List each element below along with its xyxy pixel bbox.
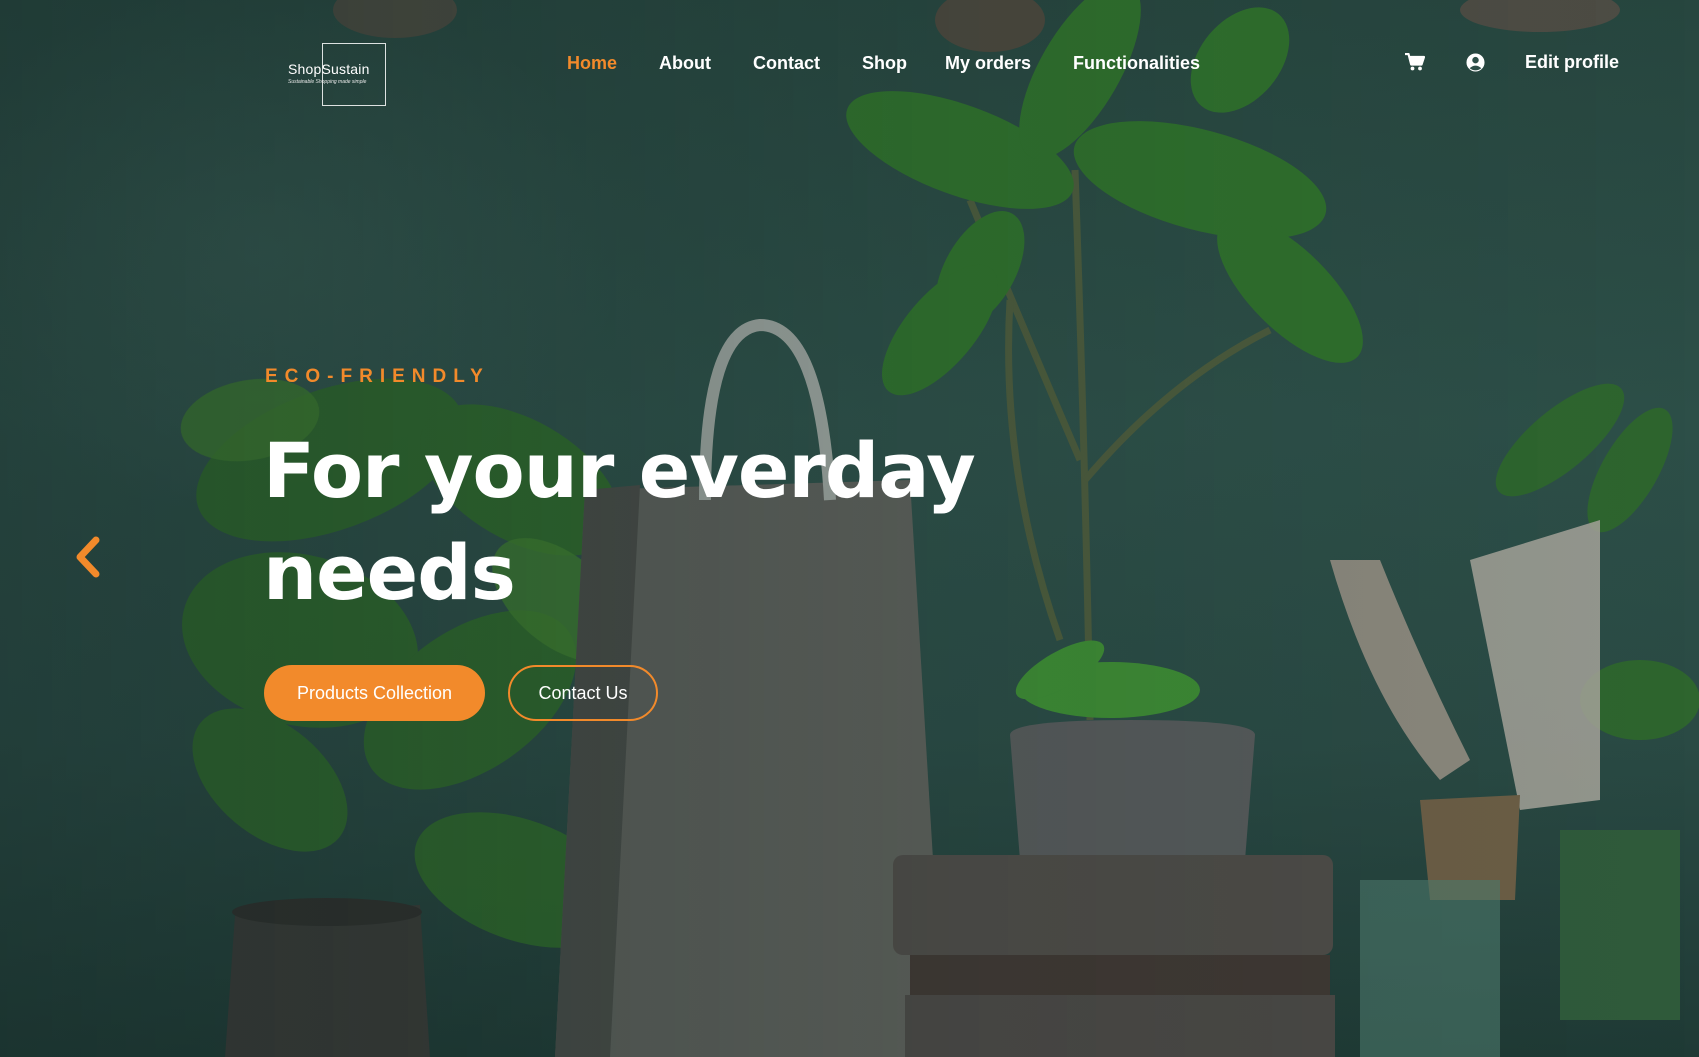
nav-item-functionalities[interactable]: Functionalities (1073, 53, 1200, 74)
contact-us-button[interactable]: Contact Us (508, 665, 658, 721)
hero-kicker: ECO-FRIENDLY (265, 366, 490, 387)
nav-item-shop[interactable]: Shop (862, 53, 907, 74)
main-nav: Home About Contact Shop My orders Functi… (567, 53, 1200, 74)
header-actions: Edit profile (1403, 50, 1619, 74)
hero-headline: For your everday needs (263, 426, 976, 617)
logo[interactable]: ShopSustain Sustainable Shopping made si… (278, 41, 388, 109)
chevron-left-icon[interactable] (72, 536, 106, 580)
nav-item-contact[interactable]: Contact (753, 53, 820, 74)
user-circle-icon[interactable] (1463, 50, 1487, 74)
cart-icon[interactable] (1403, 50, 1427, 74)
nav-item-about[interactable]: About (659, 53, 711, 74)
logo-name: ShopSustain (288, 61, 370, 77)
nav-item-home[interactable]: Home (567, 53, 617, 74)
edit-profile-link[interactable]: Edit profile (1525, 52, 1619, 73)
products-collection-button[interactable]: Products Collection (264, 665, 485, 721)
nav-item-my-orders[interactable]: My orders (945, 53, 1031, 74)
logo-tagline: Sustainable Shopping made simple (288, 79, 367, 85)
hero-section: ShopSustain Sustainable Shopping made si… (0, 0, 1699, 1057)
